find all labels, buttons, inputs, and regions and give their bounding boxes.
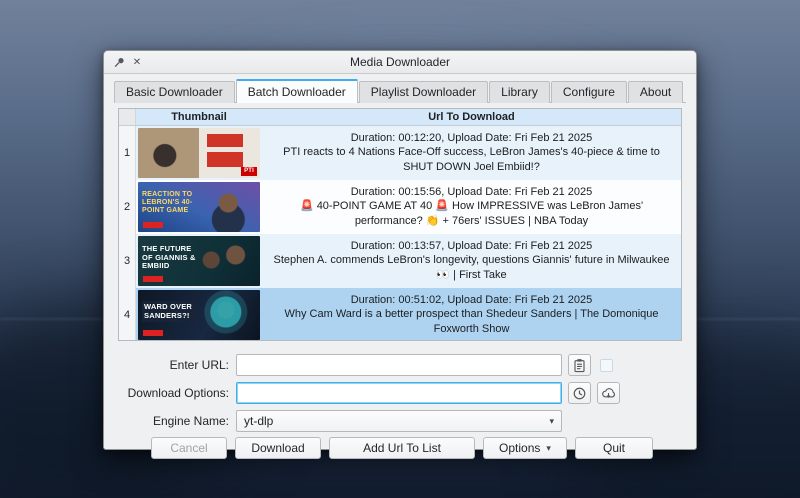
- titlebar[interactable]: ✕ Media Downloader: [104, 51, 696, 74]
- video-info-cell: Duration: 00:12:20, Upload Date: Fri Feb…: [262, 126, 681, 180]
- row-number: 2: [119, 180, 136, 234]
- thumbnail-text: PTI: [241, 167, 257, 176]
- table-header: Thumbnail Url To Download: [119, 109, 681, 126]
- video-info-cell: Duration: 00:13:57, Upload Date: Fri Feb…: [262, 234, 681, 288]
- enter-url-label: Enter URL:: [107, 358, 229, 372]
- download-options-label: Download Options:: [107, 386, 229, 400]
- video-title: 🚨 40-POINT GAME AT 40 🚨 How IMPRESSIVE w…: [272, 199, 671, 227]
- video-meta: Duration: 00:51:02, Upload Date: Fri Feb…: [272, 294, 671, 306]
- engine-select[interactable]: yt-dlp ▾: [236, 410, 562, 432]
- download-list-table: Thumbnail Url To Download 1 PTI Duration…: [118, 108, 682, 341]
- row-number: 1: [119, 126, 136, 180]
- tab-library[interactable]: Library: [489, 81, 550, 103]
- video-thumbnail: PTI: [138, 128, 260, 178]
- video-title: Stephen A. commends LeBron's longevity, …: [272, 253, 671, 281]
- tab-bar: Basic Downloader Batch Downloader Playli…: [114, 81, 686, 103]
- chevron-down-icon: ▾: [546, 443, 551, 454]
- action-buttons: Cancel Download Add Url To List Options …: [104, 437, 696, 459]
- engine-row: Engine Name: yt-dlp ▾: [104, 409, 696, 433]
- table-row-selected[interactable]: 4 WARD OVER SANDERS?! Duration: 00:51:02…: [119, 288, 681, 341]
- thumbnail-text: REACTION TO LEBRON'S 40-POINT GAME: [142, 191, 204, 215]
- video-title: PTI reacts to 4 Nations Face-Off success…: [272, 145, 671, 173]
- tab-batch-downloader[interactable]: Batch Downloader: [236, 79, 358, 103]
- table-corner-cell: [119, 109, 136, 125]
- row-number: 4: [119, 288, 136, 341]
- enter-url-row: Enter URL:: [104, 353, 696, 377]
- download-button[interactable]: Download: [235, 437, 321, 459]
- column-header-thumbnail: Thumbnail: [136, 109, 262, 125]
- add-url-to-list-button[interactable]: Add Url To List: [329, 437, 475, 459]
- download-form: Enter URL: Download Options:: [104, 353, 696, 433]
- url-input[interactable]: [236, 354, 562, 376]
- row-number: 3: [119, 234, 136, 288]
- video-thumbnail: THE FUTURE OF GIANNIS & EMBIID: [138, 236, 260, 286]
- video-info-cell: Duration: 00:15:56, Upload Date: Fri Feb…: [262, 180, 681, 234]
- download-options-input[interactable]: [236, 382, 562, 404]
- tab-playlist-downloader[interactable]: Playlist Downloader: [359, 81, 488, 103]
- cancel-button[interactable]: Cancel: [151, 437, 227, 459]
- thumbnail-text: THE FUTURE OF GIANNIS & EMBIID: [142, 245, 202, 271]
- history-icon-button[interactable]: [568, 382, 591, 404]
- cloud-download-icon-button[interactable]: [597, 382, 620, 404]
- options-button-label: Options: [499, 441, 540, 455]
- download-options-row: Download Options:: [104, 381, 696, 405]
- thumbnail-text: WARD OVER SANDERS?!: [142, 301, 198, 322]
- tab-about[interactable]: About: [628, 81, 683, 103]
- media-downloader-window: ✕ Media Downloader Basic Downloader Batc…: [103, 50, 697, 450]
- tab-basic-downloader[interactable]: Basic Downloader: [114, 81, 235, 103]
- url-checkbox[interactable]: [600, 359, 613, 372]
- video-title: Why Cam Ward is a better prospect than S…: [272, 307, 671, 335]
- column-header-url: Url To Download: [262, 109, 681, 125]
- video-thumbnail: REACTION TO LEBRON'S 40-POINT GAME: [138, 182, 260, 232]
- chevron-down-icon: ▾: [549, 416, 554, 427]
- table-row[interactable]: 3 THE FUTURE OF GIANNIS & EMBIID Duratio…: [119, 234, 681, 288]
- engine-name-label: Engine Name:: [107, 414, 229, 428]
- video-thumbnail: WARD OVER SANDERS?!: [138, 290, 260, 340]
- paste-clipboard-button[interactable]: [568, 354, 591, 376]
- table-row[interactable]: 2 REACTION TO LEBRON'S 40-POINT GAME Dur…: [119, 180, 681, 234]
- table-row[interactable]: 1 PTI Duration: 00:12:20, Upload Date: F…: [119, 126, 681, 180]
- engine-selected-value: yt-dlp: [244, 414, 273, 428]
- tab-configure[interactable]: Configure: [551, 81, 627, 103]
- video-info-cell: Duration: 00:51:02, Upload Date: Fri Feb…: [262, 288, 681, 341]
- video-meta: Duration: 00:15:56, Upload Date: Fri Feb…: [272, 186, 671, 198]
- video-meta: Duration: 00:12:20, Upload Date: Fri Feb…: [272, 132, 671, 144]
- options-button[interactable]: Options ▾: [483, 437, 567, 459]
- quit-button[interactable]: Quit: [575, 437, 653, 459]
- video-meta: Duration: 00:13:57, Upload Date: Fri Feb…: [272, 240, 671, 252]
- window-title: Media Downloader: [104, 55, 696, 69]
